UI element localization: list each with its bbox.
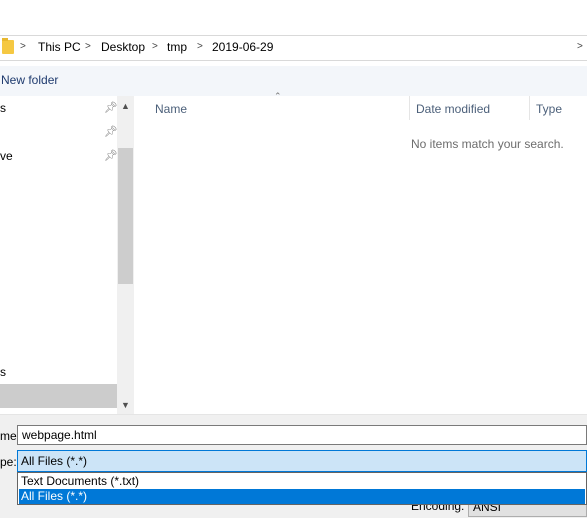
address-bar[interactable]: > This PC > Desktop > tmp > 2019-06-29 > [0,35,587,61]
breadcrumb-date-folder[interactable]: 2019-06-29 [212,40,273,54]
new-folder-button[interactable]: New folder [1,73,58,87]
pin-icon[interactable]: 📌︎ [104,125,118,138]
dropdown-option-text-documents[interactable]: Text Documents (*.txt) [19,474,585,489]
breadcrumb-tmp[interactable]: tmp [167,40,187,54]
column-divider[interactable] [409,96,410,120]
filetype-select[interactable]: All Files (*.*) [17,450,587,472]
column-header-name[interactable]: Name [155,102,187,116]
nav-item-quick-access[interactable]: s [0,101,6,115]
breadcrumb-this-pc[interactable]: This PC [38,40,81,54]
nav-item-drive[interactable]: ve [0,149,13,163]
sort-indicator-icon: ⌃ [274,91,282,101]
pin-icon[interactable]: 📌︎ [104,101,118,114]
breadcrumb-desktop[interactable]: Desktop [101,40,145,54]
nav-item-library[interactable]: s [0,365,6,379]
navigation-pane [0,96,117,414]
filetype-dropdown-list: Text Documents (*.txt) All Files (*.*) [17,472,587,505]
folder-icon [2,38,14,54]
column-divider[interactable] [529,96,530,120]
nav-item-selected[interactable] [0,384,117,408]
filetype-label: pe: [0,455,17,469]
chevron-up-icon[interactable]: ▲ [121,101,130,111]
chevron-right-icon[interactable]: > [197,41,203,52]
nav-scrollbar-thumb[interactable] [118,148,133,284]
filename-input[interactable] [17,425,587,445]
chevron-right-icon[interactable]: > [20,41,26,52]
pin-icon[interactable]: 📌︎ [104,149,118,162]
column-header-type[interactable]: Type [536,102,562,116]
dropdown-option-all-files[interactable]: All Files (*.*) [19,489,585,504]
chevron-down-icon[interactable]: ▼ [121,400,130,410]
chevron-right-icon[interactable]: > [152,41,158,52]
toolbar: New folder [0,66,587,97]
filetype-selected-value: All Files (*.*) [21,454,88,468]
empty-message: No items match your search. [411,137,564,151]
chevron-right-icon[interactable]: > [577,41,583,52]
column-header-date-modified[interactable]: Date modified [416,102,490,116]
chevron-right-icon[interactable]: > [85,41,91,52]
